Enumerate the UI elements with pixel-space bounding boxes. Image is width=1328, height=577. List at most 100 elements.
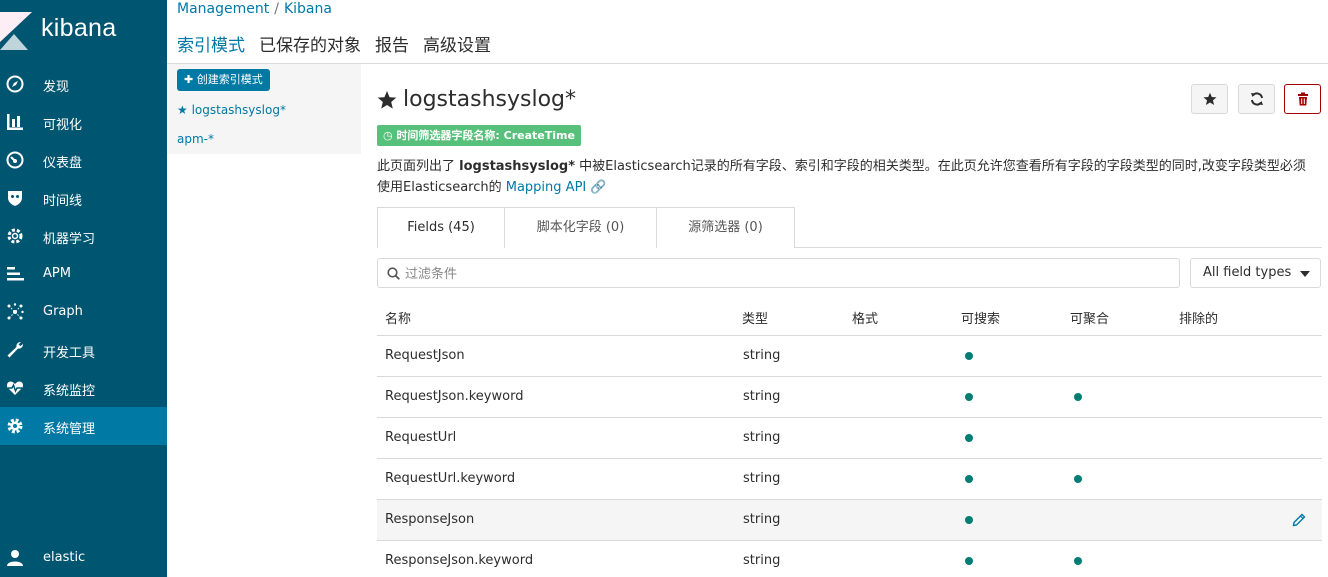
breadcrumb-management[interactable]: Management xyxy=(177,1,269,17)
column-header-format[interactable]: 格式 xyxy=(852,308,878,327)
sidebar-item-label: APM xyxy=(43,266,71,281)
sidebar-item-dev-tools[interactable]: 开发工具 xyxy=(0,331,167,369)
mapping-api-link[interactable]: Mapping API 🔗 xyxy=(506,180,607,195)
tab-fields[interactable]: Fields (45) xyxy=(377,207,505,248)
field-filter xyxy=(377,258,1180,288)
tab-scripted-fields[interactable]: 脚本化字段 (0) xyxy=(505,207,657,248)
sidebar-item-label: 发现 xyxy=(43,80,70,95)
field-name: RequestJson.keyword xyxy=(385,389,524,404)
graph-network-icon xyxy=(7,303,24,320)
kibana-logo-mark-icon xyxy=(0,12,32,50)
tab-reporting[interactable]: 报告 xyxy=(375,31,409,57)
column-header-type[interactable]: 类型 xyxy=(742,308,768,327)
breadcrumb-separator: / xyxy=(274,1,279,17)
bar-chart-icon xyxy=(7,114,23,130)
sidebar-item-label: 时间线 xyxy=(43,194,83,209)
apm-lines-icon xyxy=(7,267,24,281)
table-row[interactable]: RequestUrl.keyword string xyxy=(377,459,1322,500)
field-name: ResponseJson xyxy=(385,512,475,527)
table-row[interactable]: RequestUrl string xyxy=(377,418,1322,459)
trash-icon xyxy=(1298,92,1308,106)
field-type: string xyxy=(743,389,781,404)
sidebar-item-graph[interactable]: Graph xyxy=(0,293,167,331)
sidebar-item-label: 可视化 xyxy=(43,118,83,133)
tabs-divider xyxy=(795,247,1322,248)
kibana-logo[interactable]: kibana xyxy=(0,0,167,60)
default-star-icon: ★ xyxy=(177,103,192,117)
sidebar-item-label: 仪表盘 xyxy=(43,156,83,171)
field-type-select-value: All field types xyxy=(1203,265,1292,280)
sidebar-item-dashboard[interactable]: 仪表盘 xyxy=(0,141,167,179)
sidebar-item-discover[interactable]: 发现 xyxy=(0,65,167,103)
column-header-searchable[interactable]: 可搜索 xyxy=(961,308,1000,327)
table-row[interactable]: ResponseJson string xyxy=(377,500,1322,541)
link-icon: 🔗 xyxy=(590,180,607,195)
caret-down-icon xyxy=(1300,271,1310,277)
field-type: string xyxy=(743,348,781,363)
index-pattern-link-apm[interactable]: apm-* xyxy=(177,132,214,146)
management-tabs: 索引模式 已保存的对象 报告 高级设置 xyxy=(177,31,505,57)
field-type: string xyxy=(743,512,781,527)
tab-saved-objects[interactable]: 已保存的对象 xyxy=(259,31,361,57)
tab-source-filters[interactable]: 源筛选器 (0) xyxy=(657,207,795,248)
column-header-excluded[interactable]: 排除的 xyxy=(1179,308,1218,327)
sidebar-user[interactable]: elastic xyxy=(0,539,167,577)
gear-icon xyxy=(7,418,23,434)
field-type-select[interactable]: All field types xyxy=(1190,258,1321,288)
filter-input[interactable] xyxy=(405,264,1165,284)
refresh-fields-button[interactable] xyxy=(1238,84,1275,114)
breadcrumb-kibana[interactable]: Kibana xyxy=(284,1,332,17)
aggregatable-indicator xyxy=(1074,393,1082,401)
aggregatable-indicator xyxy=(1074,475,1082,483)
sidebar: kibana 发现 可视化 仪表盘 时间线 机器学习 APM Graph 开发工… xyxy=(0,0,167,577)
plus-icon: ✚ xyxy=(184,73,197,86)
star-icon xyxy=(1203,92,1217,106)
field-tabs: Fields (45) 脚本化字段 (0) 源筛选器 (0) xyxy=(377,207,795,248)
sidebar-nav: 发现 可视化 仪表盘 时间线 机器学习 APM Graph 开发工具 系统监控 … xyxy=(0,65,167,445)
logo-text: kibana xyxy=(41,14,117,42)
sidebar-item-label: 系统监控 xyxy=(43,384,96,399)
sidebar-item-label: Graph xyxy=(43,304,83,319)
table-row[interactable]: ResponseJson.keyword string xyxy=(377,541,1322,577)
field-type: string xyxy=(743,553,781,568)
time-field-badge-text: 时间筛选器字段名称: CreateTime xyxy=(396,129,575,142)
table-row[interactable]: RequestJson.keyword string xyxy=(377,377,1322,418)
time-field-badge: ◷ 时间筛选器字段名称: CreateTime xyxy=(377,125,581,146)
breadcrumb: Management / Kibana xyxy=(177,1,332,17)
field-type: string xyxy=(743,471,781,486)
table-body: RequestJson string RequestJson.keyword stri… xyxy=(377,336,1322,577)
searchable-indicator xyxy=(965,352,973,360)
set-default-button[interactable] xyxy=(1191,84,1228,114)
sidebar-item-apm[interactable]: APM xyxy=(0,255,167,293)
sidebar-item-label: 系统管理 xyxy=(43,422,96,437)
tab-index-patterns[interactable]: 索引模式 xyxy=(177,31,245,57)
searchable-indicator xyxy=(965,516,973,524)
field-name: RequestUrl xyxy=(385,430,457,445)
kibana-app: kibana 发现 可视化 仪表盘 时间线 机器学习 APM Graph 开发工… xyxy=(0,0,1328,577)
sidebar-item-timelion[interactable]: 时间线 xyxy=(0,179,167,217)
sidebar-item-machine-learning[interactable]: 机器学习 xyxy=(0,217,167,255)
compass-icon xyxy=(6,75,24,93)
sidebar-item-visualize[interactable]: 可视化 xyxy=(0,103,167,141)
index-pattern-link-logstashsyslog[interactable]: ★ logstashsyslog* xyxy=(177,103,286,117)
table-row[interactable]: RequestJson string xyxy=(377,336,1322,377)
refresh-icon xyxy=(1251,92,1263,106)
pencil-edit-icon[interactable] xyxy=(1292,513,1306,527)
sidebar-item-management[interactable]: 系统管理 xyxy=(0,407,167,445)
column-header-aggregatable[interactable]: 可聚合 xyxy=(1070,308,1109,327)
description-prefix: 此页面列出了 xyxy=(377,159,460,174)
shield-timeline-icon xyxy=(8,191,22,206)
index-pattern-title: logstashsyslog* xyxy=(403,87,576,112)
heartbeat-icon xyxy=(6,381,24,395)
sidebar-item-label: 机器学习 xyxy=(43,232,96,247)
sidebar-item-monitoring[interactable]: 系统监控 xyxy=(0,369,167,407)
delete-index-pattern-button[interactable] xyxy=(1284,84,1321,114)
table-header: 名称 类型 格式 可搜索 可聚合 排除的 xyxy=(377,296,1322,336)
field-name: ResponseJson.keyword xyxy=(385,553,534,568)
description-pattern-name: logstashsyslog* xyxy=(459,159,575,174)
tab-advanced-settings[interactable]: 高级设置 xyxy=(423,31,491,57)
create-index-pattern-button[interactable]: ✚ 创建索引模式 xyxy=(177,69,270,91)
mapping-api-link-text: Mapping API xyxy=(505,180,587,195)
column-header-name[interactable]: 名称 xyxy=(385,308,411,327)
page-description: 此页面列出了 logstashsyslog* 中被Elasticsearch记录… xyxy=(377,156,1317,198)
